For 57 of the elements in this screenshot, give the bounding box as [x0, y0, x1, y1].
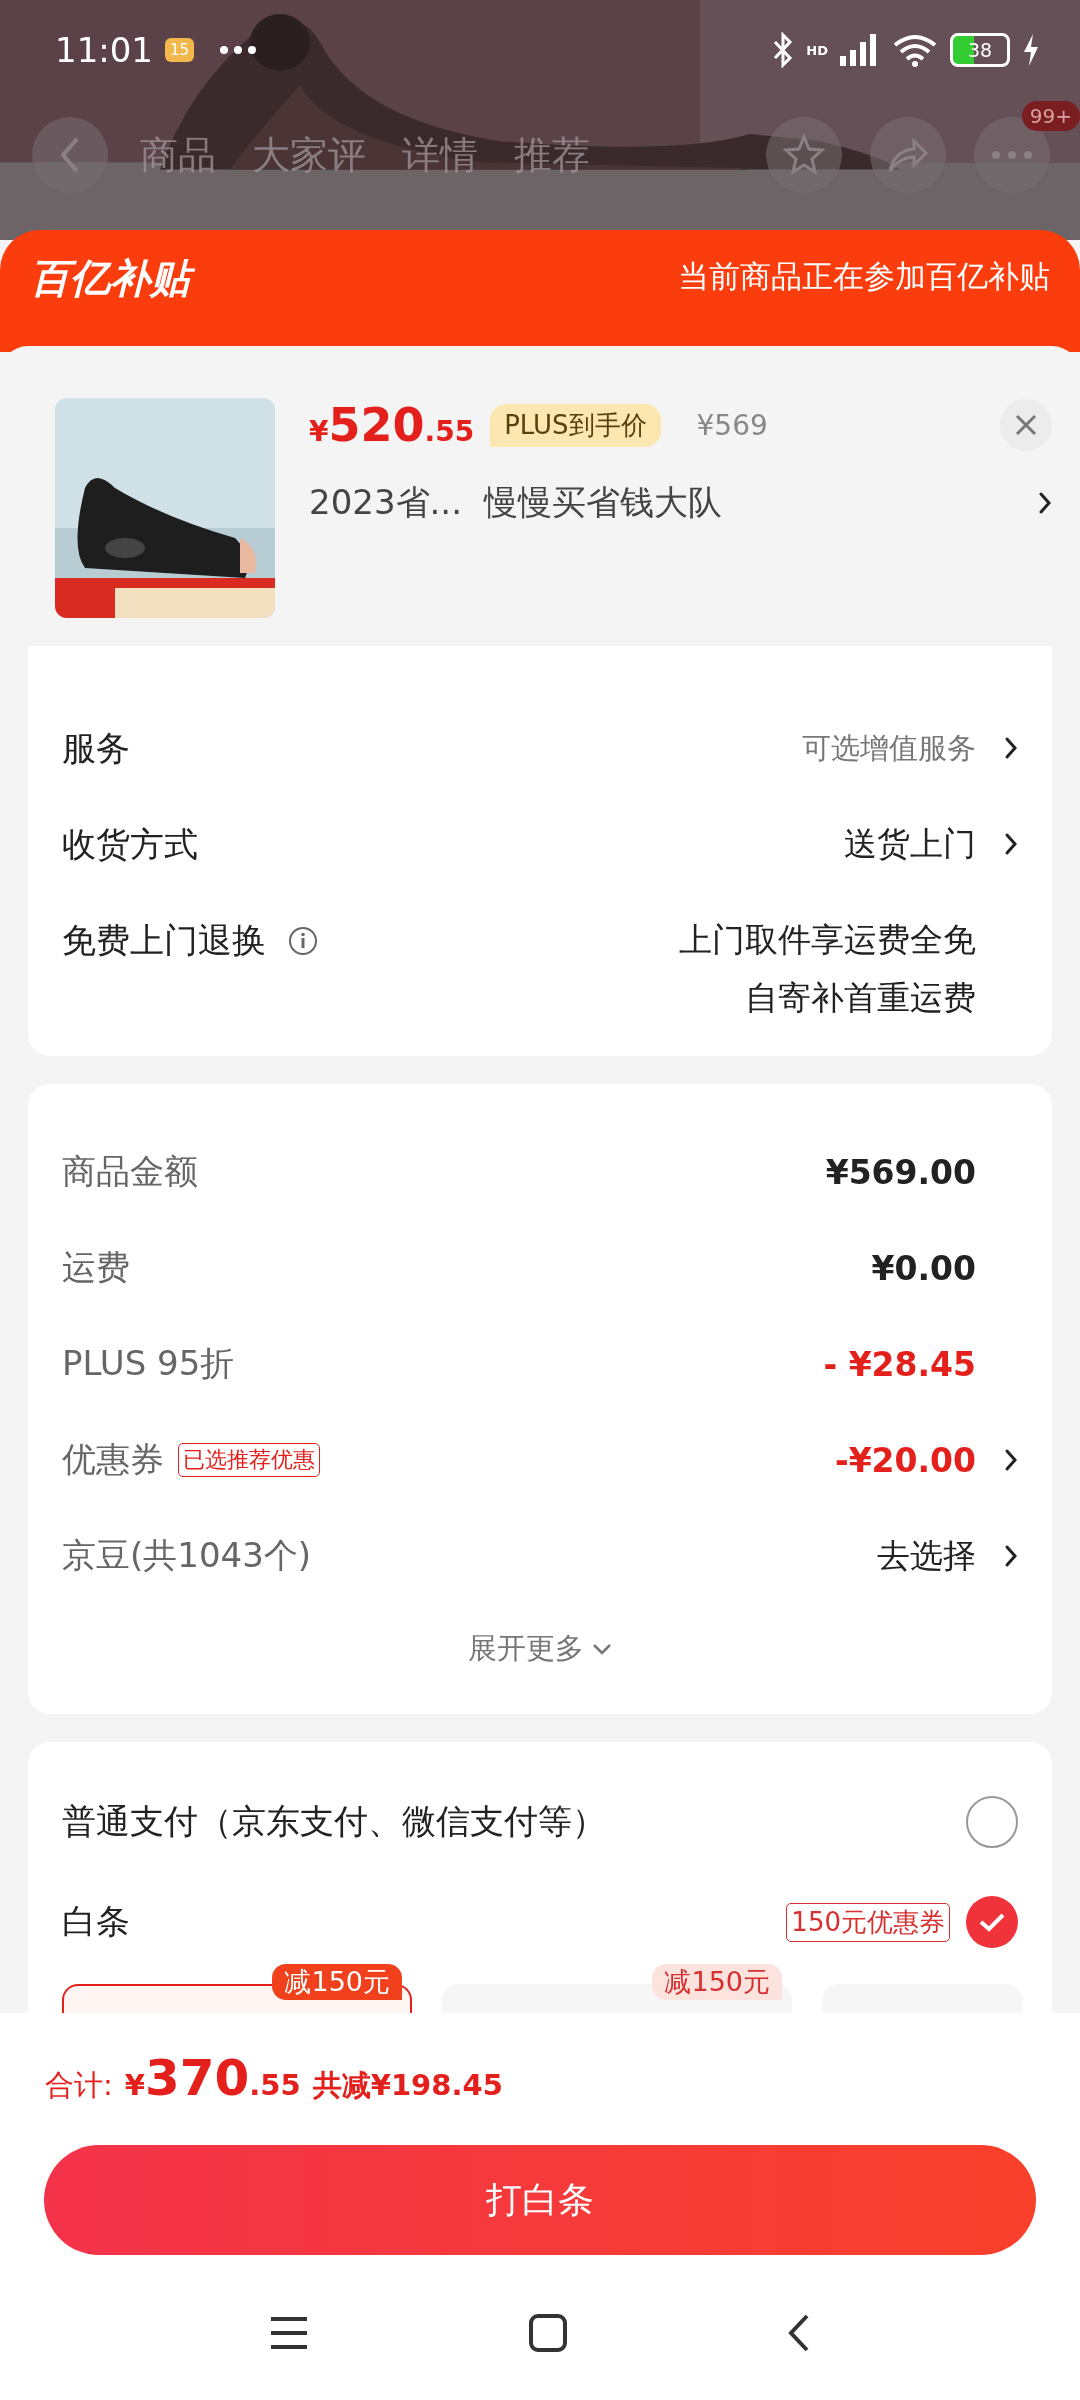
option-value: 自寄补首重运费 [745, 977, 976, 1019]
menu-icon[interactable] [269, 2316, 309, 2350]
notification-badge: 15 [165, 38, 195, 62]
option-value: 送货上门 [844, 823, 976, 865]
payment-method-label: 白条 [62, 1900, 131, 1943]
coupon-tag: 150元优惠券 [786, 1902, 950, 1942]
cost-value: - ¥28.45 [823, 1344, 976, 1384]
total-saving: 共减¥198.45 [312, 2067, 503, 2104]
payment-method-label: 普通支付（京东支付、微信支付等） [62, 1800, 607, 1843]
close-icon [1015, 414, 1037, 436]
check-icon [978, 1912, 1006, 1932]
expand-more-link[interactable]: 展开更多 [468, 1629, 584, 1669]
more-icon [220, 46, 257, 54]
option-label: 服务 [62, 727, 130, 770]
cost-value: -¥20.00 [834, 1440, 976, 1480]
radio-button[interactable] [966, 1796, 1018, 1848]
total-label: 合计: [45, 2067, 113, 2104]
network-label: HD [806, 42, 828, 58]
clock: 11:01 [55, 30, 153, 70]
cost-label: 商品金额 [62, 1150, 198, 1193]
original-price: ¥569 [696, 408, 768, 442]
option-value: 可选增值服务 [802, 730, 976, 767]
back-icon[interactable] [787, 2313, 811, 2353]
banner-text: 当前商品正在参加百亿补贴 [678, 257, 1050, 296]
option-value: 上门取件享运费全免 [679, 919, 976, 961]
wifi-icon [892, 33, 938, 67]
more-icon [990, 150, 1034, 160]
discount-badge: 减150元 [272, 1964, 402, 2001]
nav-tab[interactable]: 推荐 [510, 129, 594, 181]
option-label: 免费上门退换 [62, 919, 266, 962]
cost-value: ¥0.00 [871, 1248, 976, 1288]
coupon-tag: 已选推荐优惠 [178, 1443, 320, 1477]
pay-button[interactable]: 打白条 [44, 2145, 1036, 2255]
cost-label: 优惠券 [62, 1438, 164, 1481]
cost-label: 运费 [62, 1246, 130, 1289]
total-price: ¥370.55 [124, 2049, 301, 2107]
charging-icon [1022, 34, 1040, 66]
product-title: 2023省... 慢慢买省钱大队 [309, 481, 723, 524]
option-label: 收货方式 [62, 823, 198, 866]
nav-tab[interactable]: 商品 [136, 129, 220, 181]
discount-badge: 减150元 [652, 1964, 782, 2001]
nav-tab[interactable]: 大家评 [248, 129, 370, 181]
info-icon[interactable] [288, 926, 318, 956]
chevron-icon [1038, 491, 1052, 515]
plus-price-tag: PLUS到手价 [490, 403, 661, 447]
cost-value: 去选择 [877, 1534, 976, 1577]
nav-tab[interactable]: 详情 [398, 129, 482, 181]
cost-label: 京豆(共1043个) [62, 1534, 312, 1577]
home-icon[interactable] [529, 2314, 567, 2352]
cost-label: PLUS 95折 [62, 1342, 235, 1385]
cost-value: ¥569.00 [825, 1152, 976, 1192]
subsidy-logo: 百亿补贴 [28, 252, 198, 304]
bluetooth-icon [772, 32, 795, 68]
chevron-down-icon [592, 1643, 612, 1655]
radio-button[interactable] [966, 1896, 1018, 1948]
close-button[interactable] [1000, 399, 1052, 451]
product-price: ¥520.55 [309, 398, 475, 452]
